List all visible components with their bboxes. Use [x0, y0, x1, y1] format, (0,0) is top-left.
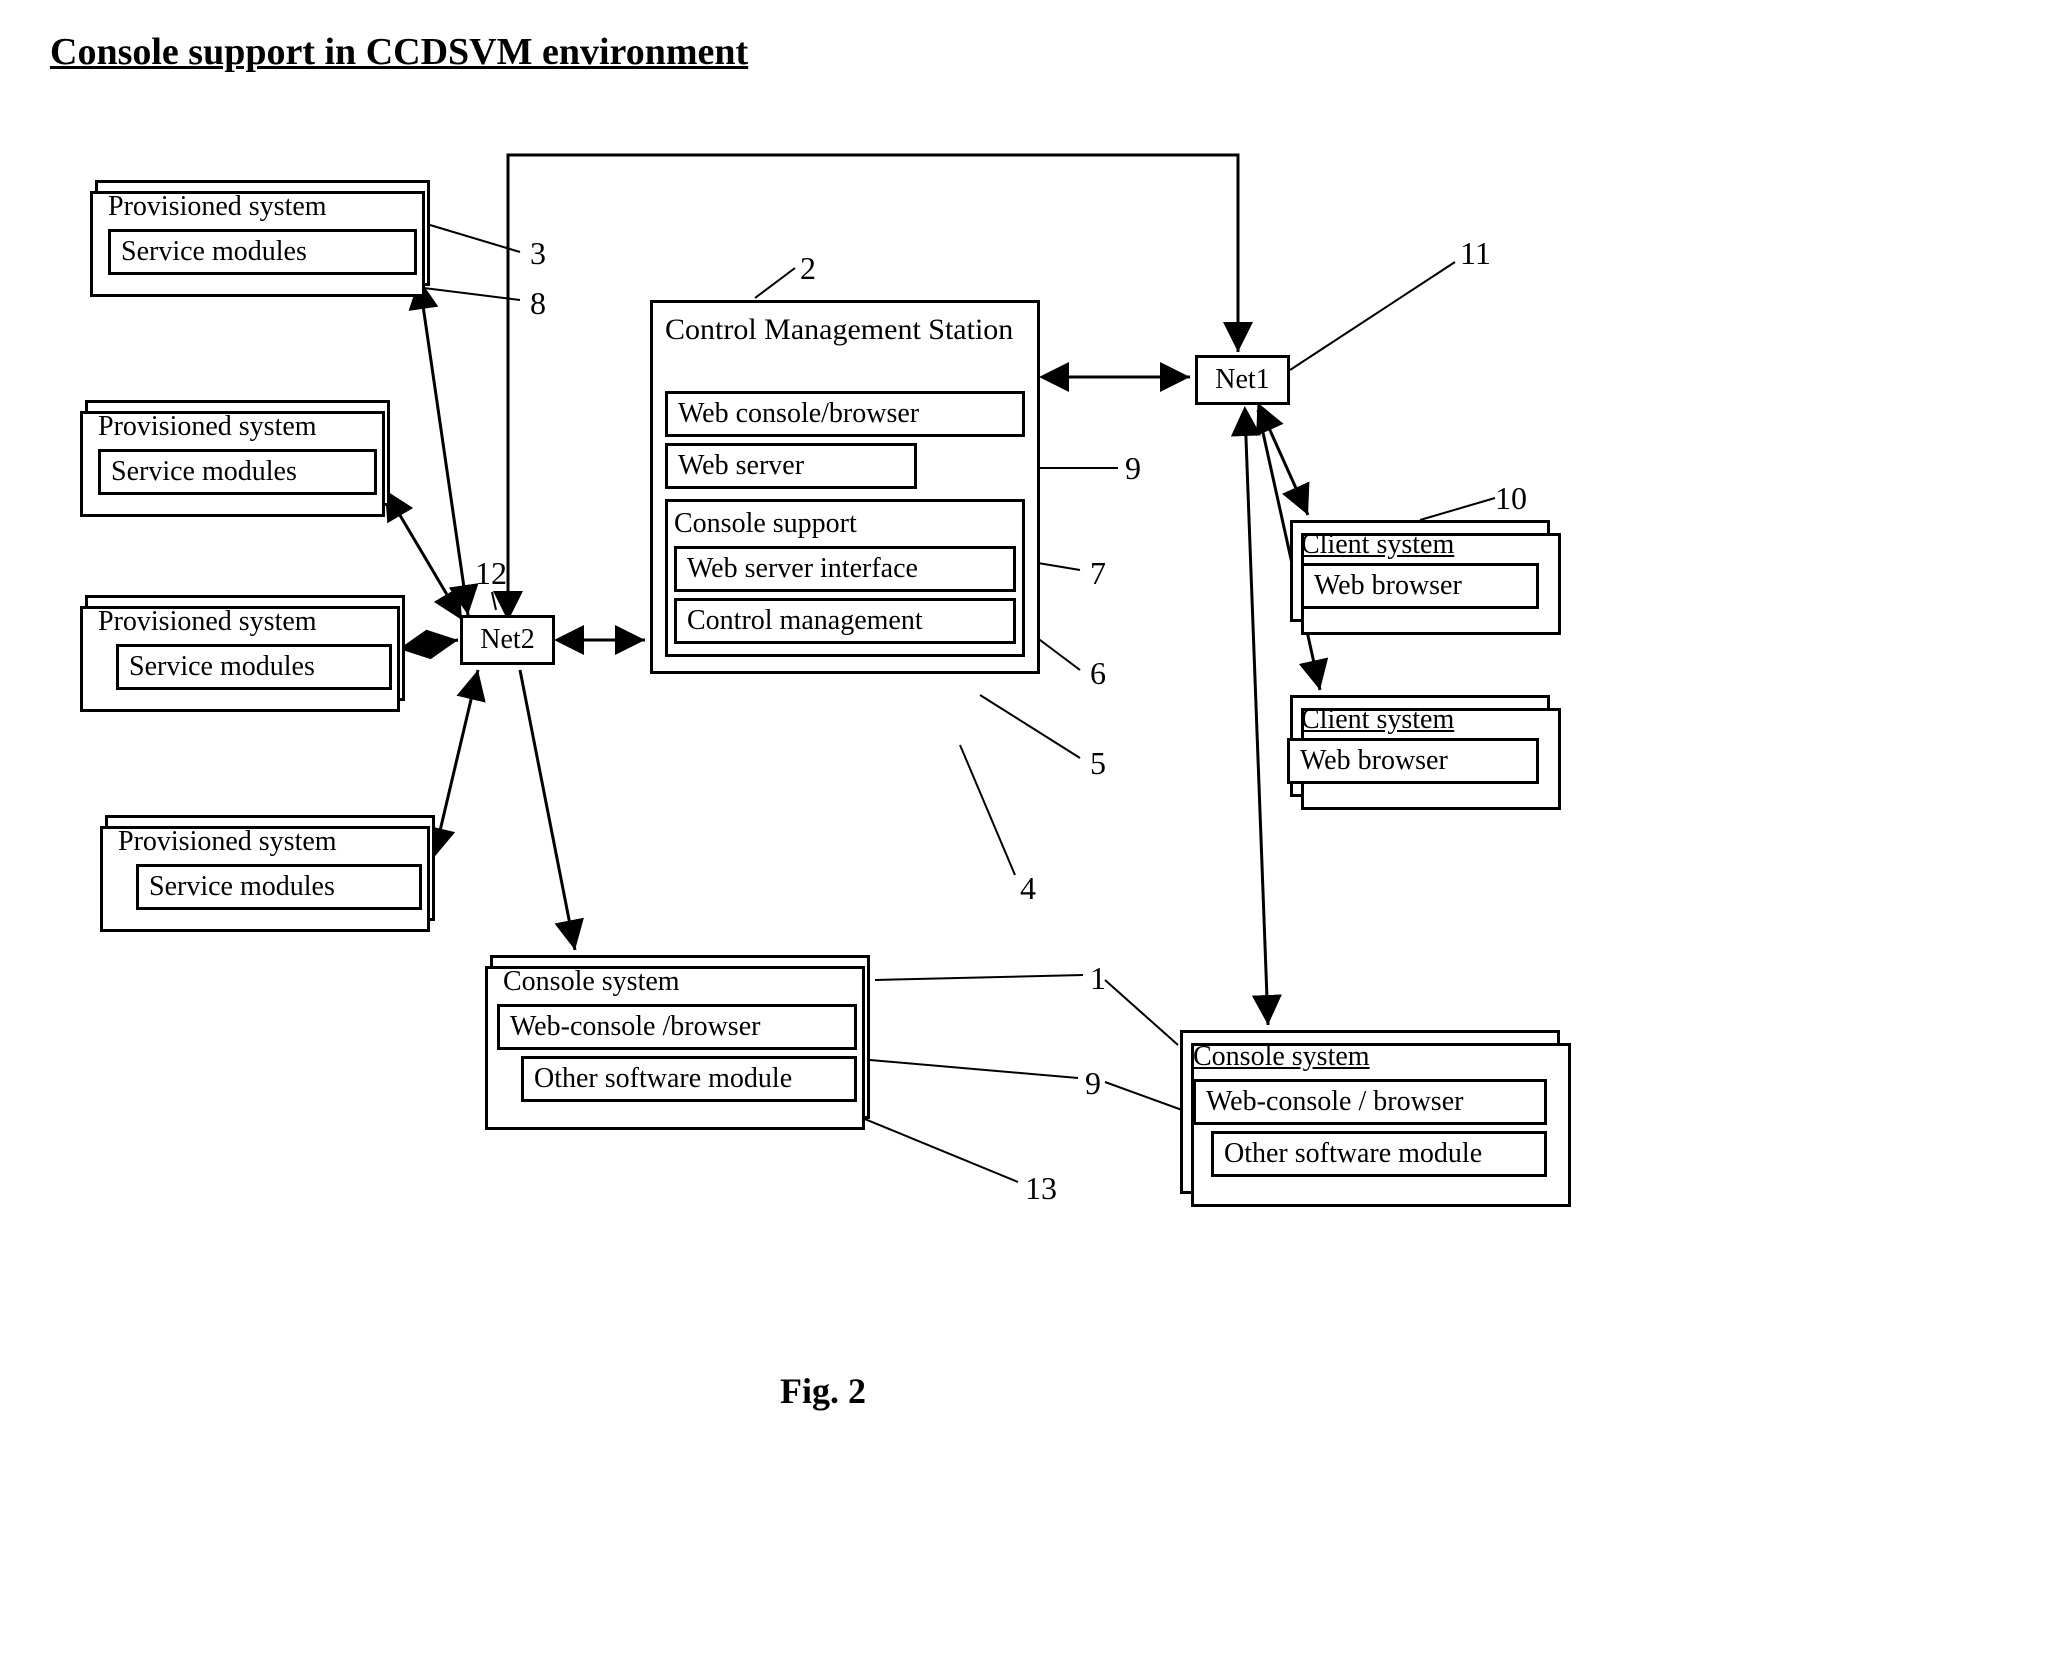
label-5: 5 — [1090, 745, 1106, 782]
provisioned-3: Provisioned system Service modules — [85, 595, 405, 701]
service-modules: Service modules — [108, 229, 417, 275]
cms-console-support-label: Console support — [674, 508, 857, 539]
console-row1: Web-console / browser — [1193, 1079, 1547, 1125]
label-3: 3 — [530, 235, 546, 272]
net1-box: Net1 — [1195, 355, 1290, 405]
cms-web-server-if: Web server interface — [674, 546, 1016, 592]
label-2: 2 — [800, 250, 816, 287]
console-b: Console system Web-console / browser Oth… — [1180, 1030, 1560, 1194]
provisioned-title: Provisioned system — [108, 191, 417, 223]
cms-box: Control Management Station Web console/b… — [650, 300, 1040, 674]
cms-title: Control Management Station — [665, 313, 1025, 383]
page-title: Console support in CCDSVM environment — [50, 30, 748, 74]
client-title: Client system — [1301, 529, 1539, 561]
provisioned-title: Provisioned system — [118, 826, 422, 858]
net2-label: Net2 — [480, 624, 534, 655]
client-2: Client system Web browser — [1290, 695, 1550, 797]
console-a: Console system Web-console /browser Othe… — [490, 955, 870, 1119]
cms-ctrl-mgmt: Control management — [674, 598, 1016, 644]
client-1: Client system Web browser — [1290, 520, 1550, 622]
label-12: 12 — [475, 555, 507, 592]
cms-web-console: Web console/browser — [665, 391, 1025, 437]
client-sub: Web browser — [1287, 738, 1539, 784]
net1-label: Net1 — [1215, 364, 1269, 395]
net2-box: Net2 — [460, 615, 555, 665]
console-row1: Web-console /browser — [497, 1004, 857, 1050]
label-9a: 9 — [1125, 450, 1141, 487]
label-13: 13 — [1025, 1170, 1057, 1207]
console-row2: Other software module — [1211, 1131, 1547, 1177]
label-1: 1 — [1090, 960, 1106, 997]
client-sub: Web browser — [1301, 563, 1539, 609]
service-modules: Service modules — [98, 449, 377, 495]
service-modules: Service modules — [136, 864, 422, 910]
provisioned-title: Provisioned system — [98, 411, 377, 443]
label-7: 7 — [1090, 555, 1106, 592]
cms-console-support: Console support Web server interface Con… — [665, 499, 1025, 657]
provisioned-4: Provisioned system Service modules — [105, 815, 435, 921]
label-8: 8 — [530, 285, 546, 322]
console-title: Console system — [503, 966, 857, 998]
provisioned-title: Provisioned system — [98, 606, 392, 638]
label-9b: 9 — [1085, 1065, 1101, 1102]
provisioned-2: Provisioned system Service modules — [85, 400, 390, 506]
label-10: 10 — [1495, 480, 1527, 517]
provisioned-1: Provisioned system Service modules — [95, 180, 430, 286]
label-11: 11 — [1460, 235, 1491, 272]
label-6: 6 — [1090, 655, 1106, 692]
service-modules: Service modules — [116, 644, 392, 690]
console-row2: Other software module — [521, 1056, 857, 1102]
console-title: Console system — [1193, 1041, 1547, 1073]
label-4: 4 — [1020, 870, 1036, 907]
cms-web-server: Web server — [665, 443, 917, 489]
figure-label: Fig. 2 — [780, 1370, 866, 1412]
client-title: Client system — [1301, 704, 1539, 736]
